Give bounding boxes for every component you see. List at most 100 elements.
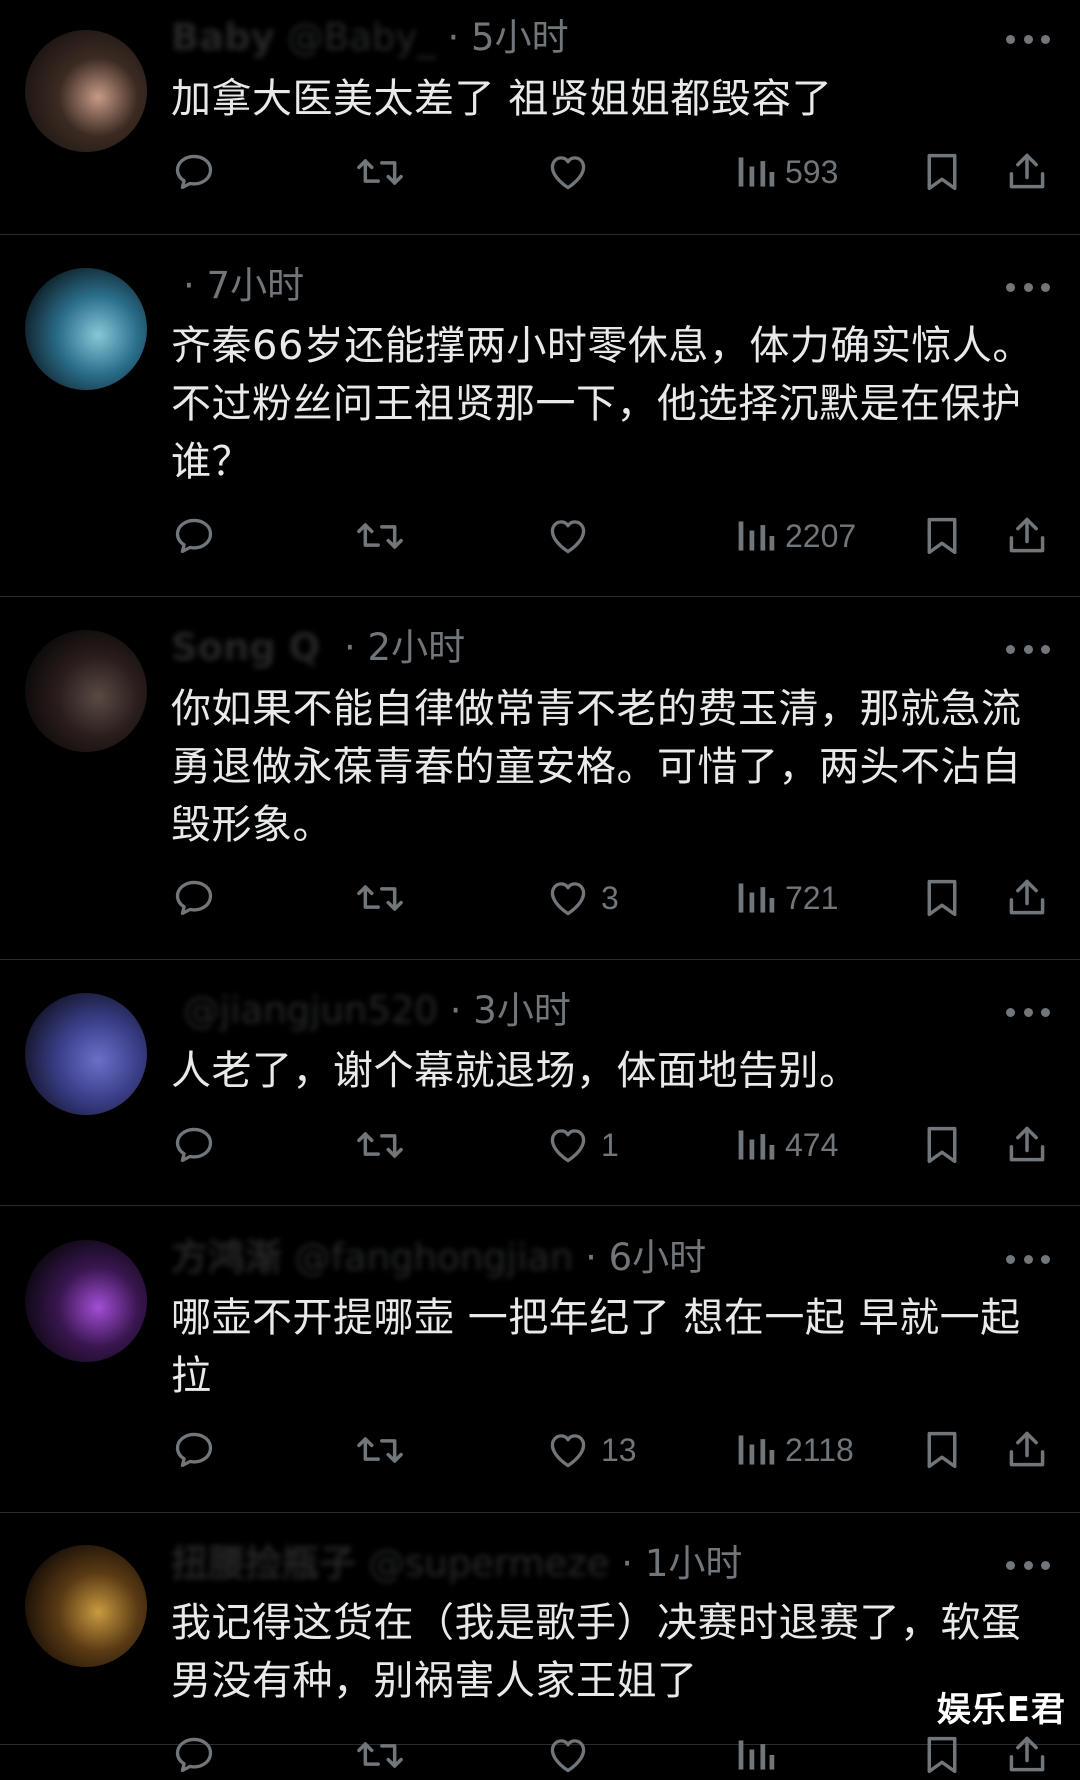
more-dot bbox=[1006, 1007, 1015, 1017]
views-button[interactable] bbox=[735, 1730, 785, 1780]
like-button[interactable]: 13 bbox=[545, 1425, 637, 1475]
retweet-button[interactable] bbox=[355, 1730, 415, 1780]
avatar[interactable] bbox=[25, 1240, 147, 1362]
share-button[interactable] bbox=[1005, 873, 1049, 923]
author-name[interactable]: Song Q bbox=[171, 626, 320, 669]
bookmark-button[interactable] bbox=[922, 147, 962, 197]
likes-count: 1 bbox=[601, 1126, 619, 1163]
bookmark-icon bbox=[922, 1428, 962, 1472]
timestamp[interactable]: 1小时 bbox=[645, 1542, 743, 1585]
more-dot bbox=[1041, 644, 1050, 654]
tweet-meta: 扭腰捡瓶子 @supermeze · 1小时 bbox=[171, 1540, 742, 1588]
bookmark-icon bbox=[922, 150, 962, 194]
more-options-icon[interactable] bbox=[1006, 1253, 1050, 1265]
reply-button[interactable] bbox=[172, 873, 226, 923]
views-button[interactable]: 2118 bbox=[735, 1425, 854, 1475]
more-options-icon[interactable] bbox=[1006, 281, 1050, 293]
avatar[interactable] bbox=[25, 993, 147, 1115]
heart-icon bbox=[545, 1733, 591, 1777]
timestamp[interactable]: 2小时 bbox=[368, 626, 466, 669]
author-handle[interactable]: @supermeze bbox=[368, 1542, 610, 1585]
bookmark-button[interactable] bbox=[922, 1425, 962, 1475]
likes-count: 3 bbox=[601, 879, 619, 916]
avatar[interactable] bbox=[25, 630, 147, 752]
timestamp[interactable]: 3小时 bbox=[473, 989, 571, 1032]
timestamp[interactable]: 6小时 bbox=[609, 1236, 707, 1279]
author-name[interactable]: 方鸿渐 bbox=[171, 1236, 282, 1279]
avatar-image bbox=[25, 268, 147, 390]
tweet[interactable]: 方鸿渐 @fanghongjian · 6小时 哪壶不开提哪壶 一把年纪了 想在一起… bbox=[0, 1206, 1080, 1513]
author-handle[interactable]: @jiangjun520 bbox=[183, 989, 438, 1032]
share-button[interactable] bbox=[1005, 1425, 1049, 1475]
separator-dot: · bbox=[435, 16, 472, 59]
share-button[interactable] bbox=[1005, 511, 1049, 561]
bar-chart-icon bbox=[735, 150, 775, 194]
share-icon bbox=[1005, 876, 1049, 920]
views-button[interactable]: 474 bbox=[735, 1120, 838, 1170]
avatar[interactable] bbox=[25, 268, 147, 390]
timestamp[interactable]: 5小时 bbox=[471, 16, 569, 59]
timestamp[interactable]: 7小时 bbox=[207, 264, 305, 307]
bookmark-button[interactable] bbox=[922, 873, 962, 923]
bookmark-icon bbox=[922, 1123, 962, 1167]
reply-button[interactable] bbox=[172, 1425, 226, 1475]
tweet[interactable]: Baby @Baby_ · 5小时 加拿大医美太差了 祖贤姐姐都毁容了 593 bbox=[0, 0, 1080, 235]
author-name[interactable]: Baby bbox=[171, 16, 275, 59]
tweet-text: 人老了，谢个幕就退场，体面地告别。 bbox=[171, 1048, 860, 1094]
retweet-button[interactable] bbox=[355, 1425, 415, 1475]
tweet[interactable]: Song Q · 2小时 你如果不能自律做常青不老的费玉清，那就急流勇退做永葆青春… bbox=[0, 597, 1080, 960]
share-icon bbox=[1005, 1733, 1049, 1777]
views-button[interactable]: 2207 bbox=[735, 511, 856, 561]
tweet[interactable]: 扭腰捡瓶子 @supermeze · 1小时 我记得这货在（我是歌手）决赛时退赛了，… bbox=[0, 1513, 1080, 1774]
more-options-icon[interactable] bbox=[1006, 1006, 1050, 1018]
retweet-button[interactable] bbox=[355, 147, 415, 197]
more-dot bbox=[1006, 1560, 1015, 1570]
more-dot bbox=[1023, 282, 1033, 292]
reply-icon bbox=[172, 150, 216, 194]
like-button[interactable]: 1 bbox=[545, 1120, 619, 1170]
views-count: 474 bbox=[785, 1126, 839, 1163]
like-button[interactable]: 3 bbox=[545, 873, 619, 923]
bookmark-icon bbox=[922, 1733, 962, 1777]
bookmark-button[interactable] bbox=[922, 1120, 962, 1170]
share-button[interactable] bbox=[1005, 1120, 1049, 1170]
like-button[interactable] bbox=[545, 511, 601, 561]
bar-chart-icon bbox=[735, 1733, 775, 1777]
author-name[interactable]: 扭腰捡瓶子 bbox=[171, 1542, 356, 1585]
more-dot bbox=[1023, 1560, 1033, 1570]
separator-dot: · bbox=[437, 989, 474, 1032]
author-handle[interactable]: @fanghongjian bbox=[294, 1236, 573, 1279]
tweet[interactable]: · 7小时 齐秦66岁还能撑两小时零休息，体力确实惊人。不过粉丝问王祖贤那一下，他… bbox=[0, 235, 1080, 597]
like-button[interactable] bbox=[545, 147, 601, 197]
share-button[interactable] bbox=[1005, 1730, 1049, 1780]
reply-icon bbox=[172, 1428, 216, 1472]
reply-icon bbox=[172, 1733, 216, 1777]
avatar[interactable] bbox=[25, 1545, 147, 1667]
reply-button[interactable] bbox=[172, 147, 226, 197]
share-button[interactable] bbox=[1005, 147, 1049, 197]
reply-button[interactable] bbox=[172, 1730, 226, 1780]
tweet-text: 我记得这货在（我是歌手）决赛时退赛了，软蛋男没有种，别祸害人家王姐了 bbox=[171, 1600, 1022, 1704]
retweet-button[interactable] bbox=[355, 873, 415, 923]
avatar[interactable] bbox=[25, 30, 147, 152]
avatar-image bbox=[25, 993, 147, 1115]
more-options-icon[interactable] bbox=[1006, 1559, 1050, 1571]
tweet[interactable]: @jiangjun520 · 3小时人老了，谢个幕就退场，体面地告别。 1 474 bbox=[0, 960, 1080, 1206]
tweet-meta: Baby @Baby_ · 5小时 bbox=[171, 14, 569, 62]
retweet-button[interactable] bbox=[355, 511, 415, 561]
views-button[interactable]: 593 bbox=[735, 147, 838, 197]
reply-button[interactable] bbox=[172, 511, 226, 561]
like-button[interactable] bbox=[545, 1730, 601, 1780]
more-options-icon[interactable] bbox=[1006, 643, 1050, 655]
reply-button[interactable] bbox=[172, 1120, 226, 1170]
views-count: 721 bbox=[785, 879, 839, 916]
more-options-icon[interactable] bbox=[1006, 33, 1050, 45]
more-dot bbox=[1023, 644, 1033, 654]
more-dot bbox=[1041, 282, 1050, 292]
views-button[interactable]: 721 bbox=[735, 873, 838, 923]
bookmark-button[interactable] bbox=[922, 511, 962, 561]
retweet-button[interactable] bbox=[355, 1120, 415, 1170]
watermark: 娱乐E君 bbox=[936, 1690, 1066, 1730]
author-handle[interactable]: @Baby_ bbox=[287, 16, 436, 59]
bookmark-button[interactable] bbox=[922, 1730, 962, 1780]
